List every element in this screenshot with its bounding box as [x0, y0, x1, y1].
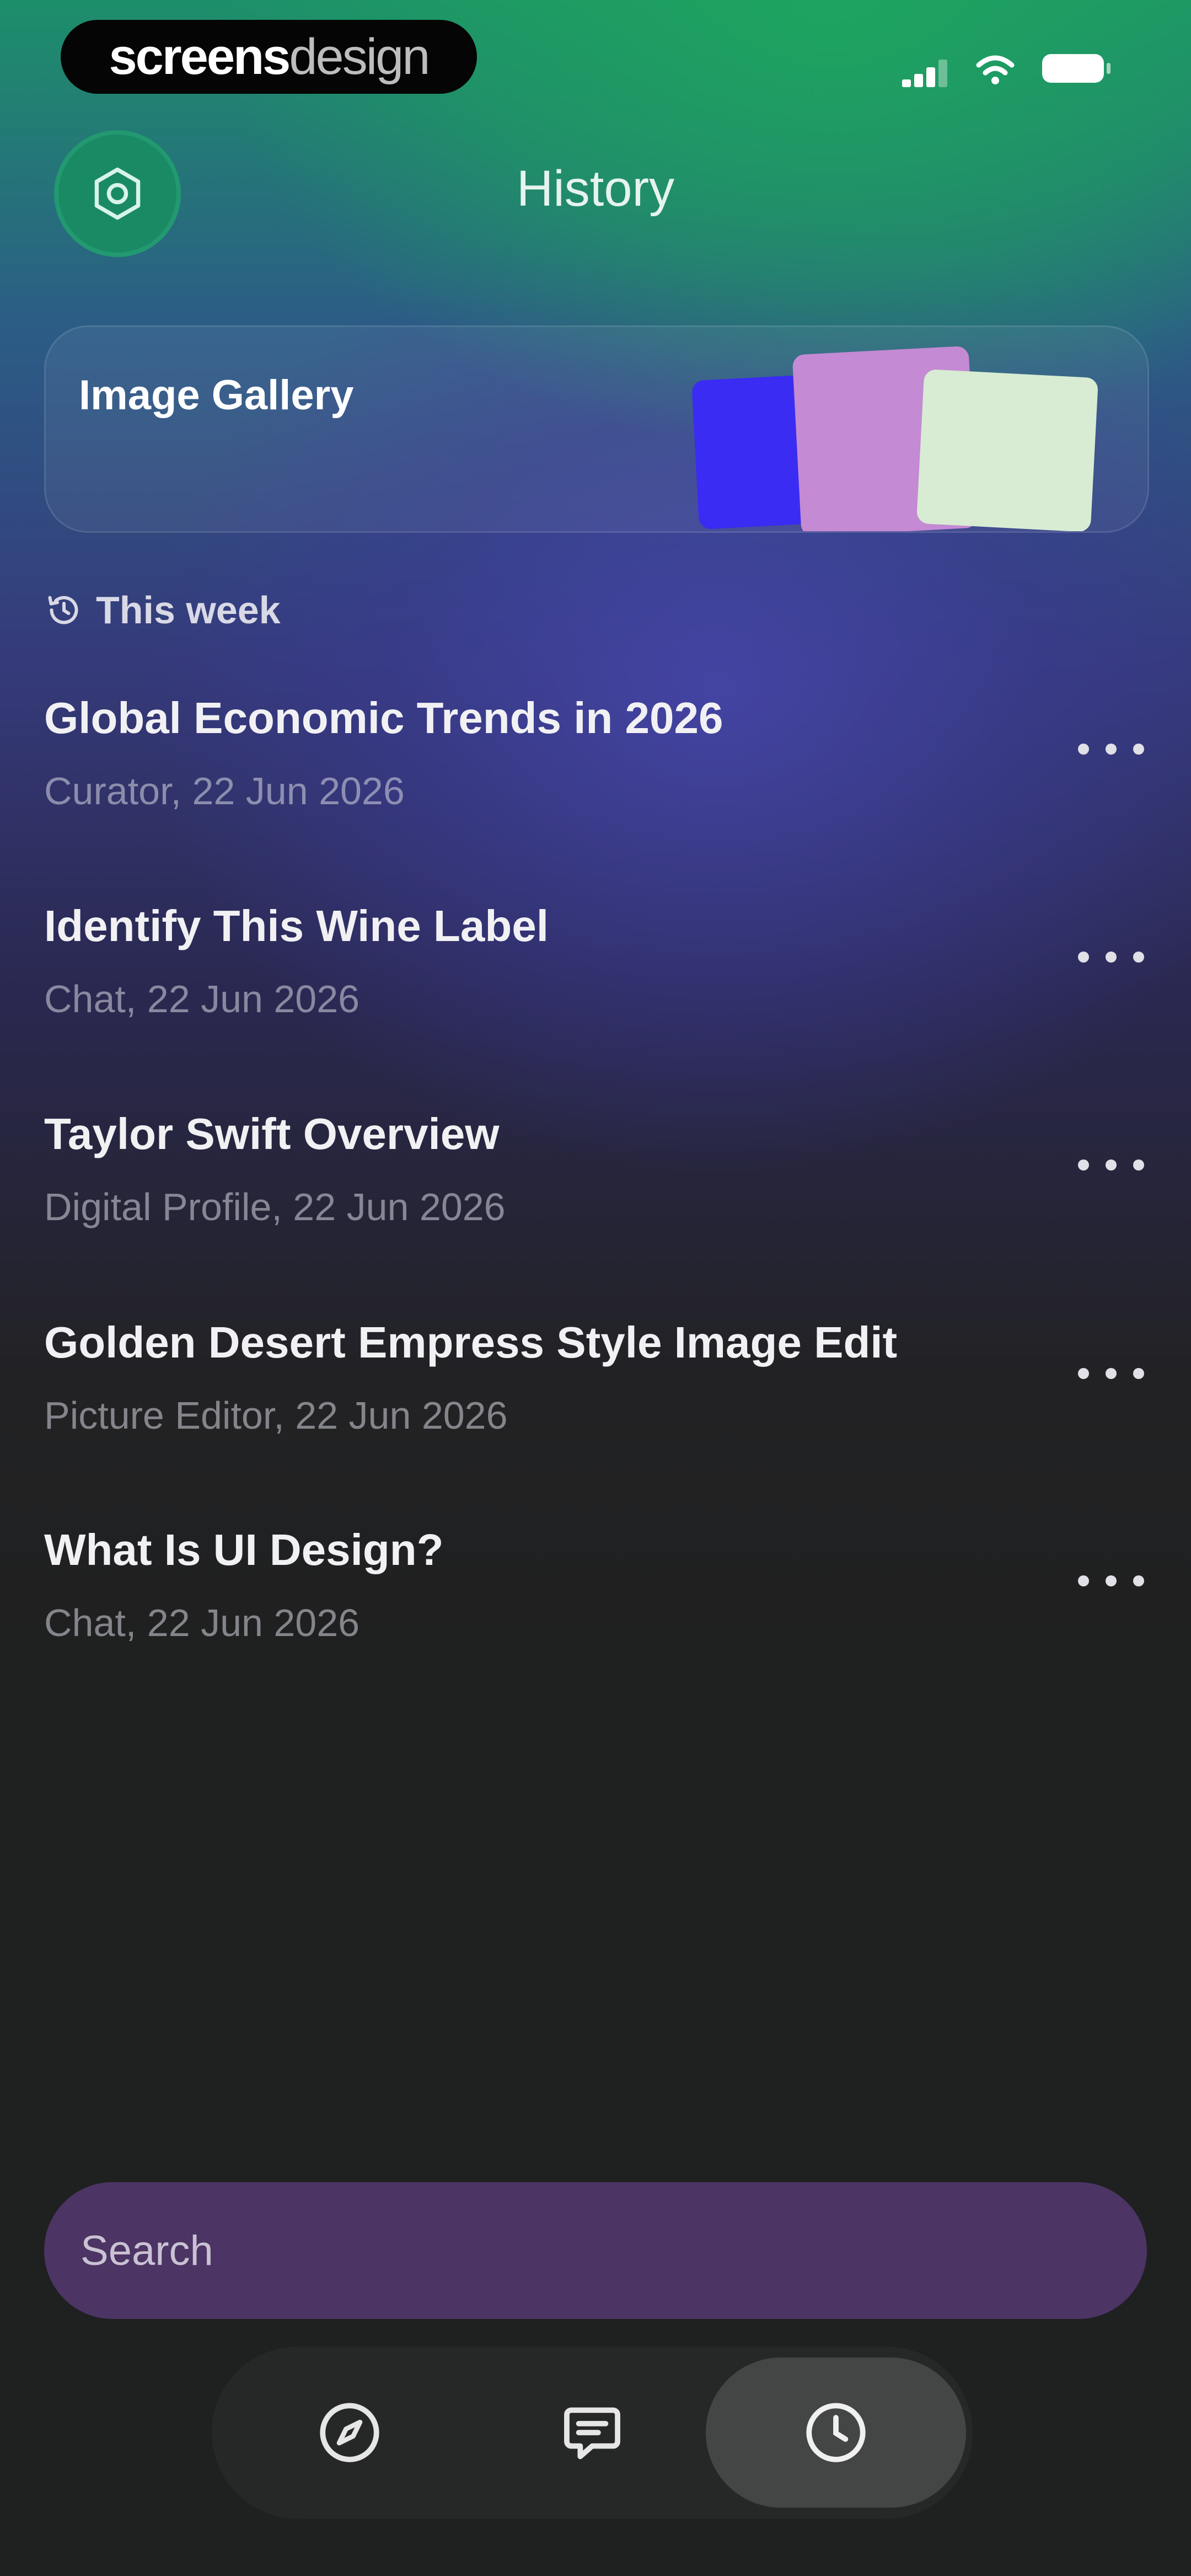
history-icon	[48, 596, 78, 624]
gallery-thumbnail	[916, 368, 1099, 531]
more-options-icon[interactable]	[1078, 946, 1144, 968]
bottom-nav	[212, 2347, 973, 2519]
history-item-subtitle: Picture Editor, 22 Jun 2026	[44, 1394, 508, 1437]
brand-part-1: screens	[109, 28, 291, 85]
history-item-title: What Is UI Design?	[44, 1525, 444, 1574]
brand-watermark: screens design	[61, 20, 477, 94]
history-item-subtitle: Chat, 22 Jun 2026	[44, 977, 360, 1020]
history-item-subtitle: Digital Profile, 22 Jun 2026	[44, 1185, 506, 1228]
search-placeholder: Search	[81, 2227, 213, 2274]
section-label: This week	[96, 589, 281, 632]
cellular-signal-icon	[902, 60, 947, 87]
battery-icon	[1042, 54, 1110, 83]
search-input[interactable]: Search	[44, 2182, 1147, 2319]
history-item-title: Global Economic Trends in 2026	[44, 693, 723, 742]
more-options-icon[interactable]	[1078, 1154, 1144, 1176]
history-item[interactable]: Identify This Wine Label Chat, 22 Jun 20…	[44, 901, 1147, 1077]
history-item-title: Taylor Swift Overview	[44, 1109, 500, 1158]
nav-history-button[interactable]	[706, 2358, 966, 2508]
history-item-subtitle: Chat, 22 Jun 2026	[44, 1601, 360, 1644]
history-item[interactable]: Global Economic Trends in 2026 Curator, …	[44, 693, 1147, 869]
history-item-subtitle: Curator, 22 Jun 2026	[44, 769, 405, 813]
chat-icon	[564, 2407, 620, 2460]
image-gallery-card[interactable]: Image Gallery	[44, 325, 1149, 533]
history-item[interactable]: Taylor Swift Overview Digital Profile, 2…	[44, 1109, 1147, 1285]
page-title: History	[516, 161, 675, 217]
history-item[interactable]: Golden Desert Empress Style Image Edit P…	[44, 1317, 1147, 1494]
history-item-title: Golden Desert Empress Style Image Edit	[44, 1318, 898, 1367]
history-item[interactable]: What Is UI Design? Chat, 22 Jun 2026	[44, 1525, 1147, 1701]
more-options-icon[interactable]	[1078, 738, 1144, 760]
wifi-icon	[976, 55, 1015, 84]
clock-icon	[806, 2403, 866, 2462]
nav-explore-button[interactable]	[267, 2358, 432, 2508]
nav-chat-button[interactable]	[509, 2358, 675, 2508]
brand-part-2: design	[289, 28, 430, 85]
section-header: This week	[44, 588, 281, 632]
compass-icon	[320, 2403, 379, 2462]
history-item-title: Identify This Wine Label	[44, 901, 549, 950]
gallery-thumbnail	[691, 375, 809, 530]
more-options-icon[interactable]	[1078, 1570, 1144, 1592]
more-options-icon[interactable]	[1078, 1362, 1144, 1385]
image-gallery-label: Image Gallery	[79, 372, 354, 419]
